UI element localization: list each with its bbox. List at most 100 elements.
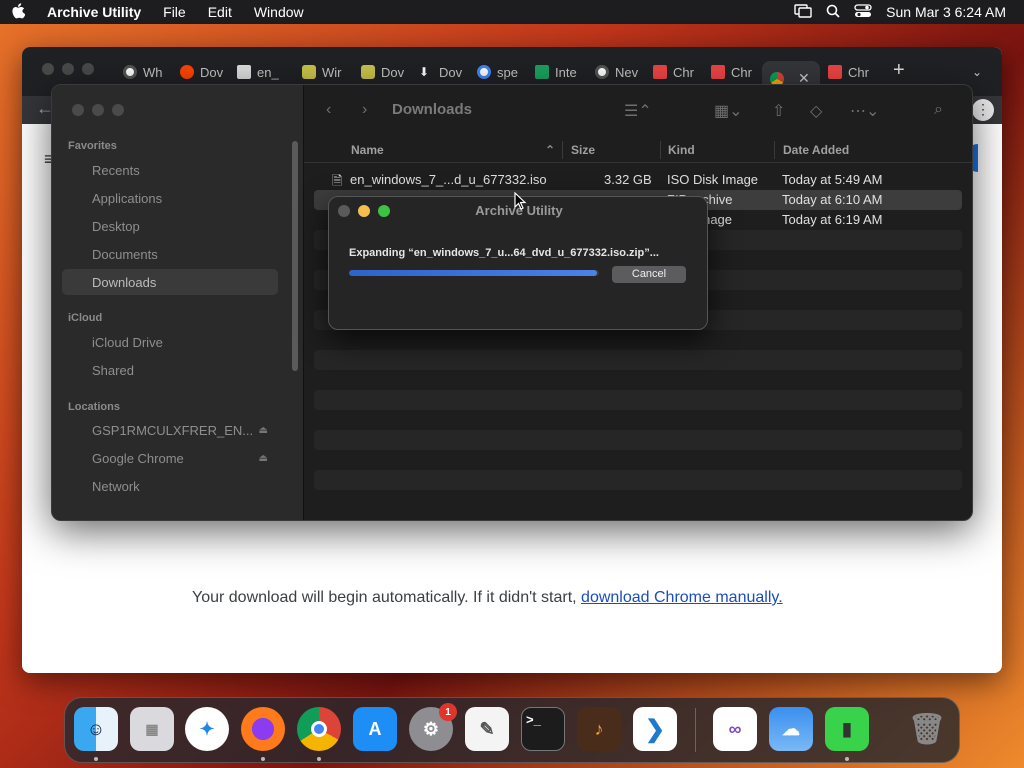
cancel-button[interactable]: Cancel [612, 266, 686, 283]
tab-7[interactable]: spe [477, 61, 523, 83]
empty-row [314, 470, 962, 490]
menubar-clock[interactable]: Sun Mar 3 6:24 AM [879, 4, 1024, 20]
eject-icon[interactable]: ⏏ [259, 425, 268, 436]
dock-separator [695, 708, 696, 752]
zoom-button[interactable] [82, 63, 94, 75]
more-actions-icon[interactable]: ⋯⌄ [850, 101, 879, 121]
close-button[interactable] [42, 63, 54, 75]
apple-menu-icon[interactable] [0, 2, 36, 22]
chrome-icon[interactable] [297, 707, 341, 751]
menu-file[interactable]: File [152, 4, 197, 20]
empty-row [314, 430, 962, 450]
running-indicator [317, 757, 321, 761]
forward-chevron-icon[interactable]: › [362, 101, 367, 119]
column-kind[interactable]: Kind [668, 143, 695, 157]
expand-progress-bar [349, 270, 599, 276]
app-store-icon[interactable]: A [353, 707, 397, 751]
sidebar-scrollbar[interactable] [292, 141, 298, 371]
search-icon[interactable]: ⌕ [934, 101, 943, 119]
vscode-icon[interactable]: ❯ [633, 707, 677, 751]
control-center-icon[interactable] [847, 3, 879, 21]
eject-icon[interactable]: ⏏ [259, 453, 268, 464]
icloud-header: iCloud [68, 312, 103, 324]
sidebar-item-shared[interactable]: Shared [62, 357, 278, 383]
download-message: Your download will begin automatically. … [192, 589, 783, 606]
sidebar-item-google-chrome[interactable]: Google Chrome ⏏ [62, 445, 278, 471]
column-divider[interactable] [562, 141, 563, 159]
tag-icon[interactable]: ◇ [810, 101, 822, 121]
trash-icon[interactable]: 🗑 [905, 707, 949, 751]
sidebar-item-desktop[interactable]: Desktop [62, 213, 278, 239]
sidebar-item-downloads[interactable]: Downloads [62, 269, 278, 295]
terminal-icon[interactable]: >_ [521, 707, 565, 751]
google-icon [477, 65, 491, 79]
tab-3[interactable]: en_ [237, 61, 283, 83]
sidebar-item-volume[interactable]: GSP1RMCULXFRER_EN... ⏏ [62, 417, 278, 443]
menu-window[interactable]: Window [243, 4, 315, 20]
safari-icon[interactable]: ✦ [185, 707, 229, 751]
sidebar-item-icloud-drive[interactable]: iCloud Drive [62, 329, 278, 355]
column-name[interactable]: Name [351, 143, 384, 157]
visual-studio-icon[interactable]: ∞ [713, 707, 757, 751]
minimize-button[interactable] [92, 104, 104, 116]
weather-icon[interactable]: ☁ [769, 707, 813, 751]
chrome-menu-icon[interactable]: ⋮ [972, 99, 994, 121]
spotlight-search-icon[interactable] [819, 4, 847, 21]
firefox-icon[interactable] [241, 707, 285, 751]
archive-utility-icon[interactable]: ▮ [825, 707, 869, 751]
tab-4[interactable]: Wir [302, 61, 348, 83]
system-settings-icon[interactable]: ⚙ 1 [409, 703, 457, 751]
tab-search-chevron-icon[interactable]: ⌄ [972, 61, 982, 83]
archive-utility-dialog: Archive Utility Expanding “en_windows_7_… [328, 196, 708, 330]
launchpad-icon[interactable]: ▦ [130, 707, 174, 751]
back-chevron-icon[interactable]: ‹ [326, 101, 331, 119]
file-row[interactable]: 🗎 en_windows_7_...d_u_677332.iso 3.32 GB… [314, 170, 962, 190]
tab-8[interactable]: Inte [535, 61, 581, 83]
running-indicator [94, 757, 98, 761]
column-size[interactable]: Size [571, 143, 595, 157]
tab-2[interactable]: Dov [180, 61, 226, 83]
tab-6[interactable]: ⬇ Dov [419, 61, 465, 83]
sidebar-item-applications[interactable]: Applications [62, 185, 278, 211]
sidebar-item-documents[interactable]: Documents [62, 241, 278, 267]
empty-row [314, 350, 962, 370]
tab-1[interactable]: Wh [123, 61, 169, 83]
column-divider[interactable] [774, 141, 775, 159]
locations-header: Locations [68, 401, 120, 413]
list-view-icon[interactable]: ☰⌃ [624, 101, 652, 121]
tab-13[interactable]: Chr [828, 61, 874, 83]
sidebar-item-network[interactable]: Network [62, 473, 278, 499]
column-header: Name ⌃ Size Kind Date Added [304, 137, 972, 163]
screen-mirroring-icon[interactable] [787, 3, 819, 21]
running-indicator [845, 757, 849, 761]
download-chrome-manually-link[interactable]: download Chrome manually. [581, 589, 783, 606]
minimize-button[interactable] [62, 63, 74, 75]
zoom-button[interactable] [112, 104, 124, 116]
textedit-icon[interactable]: ✎ [465, 707, 509, 751]
github-icon [595, 65, 609, 79]
group-view-icon[interactable]: ▦⌄ [714, 101, 743, 121]
tab-11[interactable]: Chr [711, 61, 757, 83]
tab-5[interactable]: Dov [361, 61, 407, 83]
play-icon [535, 65, 549, 79]
tab-9[interactable]: Nev [595, 61, 641, 83]
favorites-header: Favorites [68, 140, 117, 152]
expanding-message: Expanding “en_windows_7_u...64_dvd_u_677… [349, 247, 659, 259]
new-tab-button[interactable]: + [893, 59, 905, 81]
menu-edit[interactable]: Edit [197, 4, 243, 20]
archive-org-icon [237, 65, 251, 79]
garageband-icon[interactable]: ♪ [577, 707, 621, 751]
app-menu-archive-utility[interactable]: Archive Utility [36, 4, 152, 20]
close-button[interactable] [72, 104, 84, 116]
download-icon: ⬇ [419, 65, 430, 79]
finder-title: Downloads [392, 101, 473, 118]
image-icon [653, 65, 667, 79]
share-icon[interactable]: ⇧ [772, 101, 785, 121]
page-scrollbar[interactable] [991, 124, 999, 234]
tab-10[interactable]: Chr [653, 61, 699, 83]
column-divider[interactable] [660, 141, 661, 159]
finder-icon[interactable]: ☺ [74, 707, 118, 751]
sidebar-item-recents[interactable]: Recents [62, 157, 278, 183]
menu-bar: Archive Utility File Edit Window Sun Mar… [0, 0, 1024, 24]
column-date-added[interactable]: Date Added [783, 143, 849, 157]
